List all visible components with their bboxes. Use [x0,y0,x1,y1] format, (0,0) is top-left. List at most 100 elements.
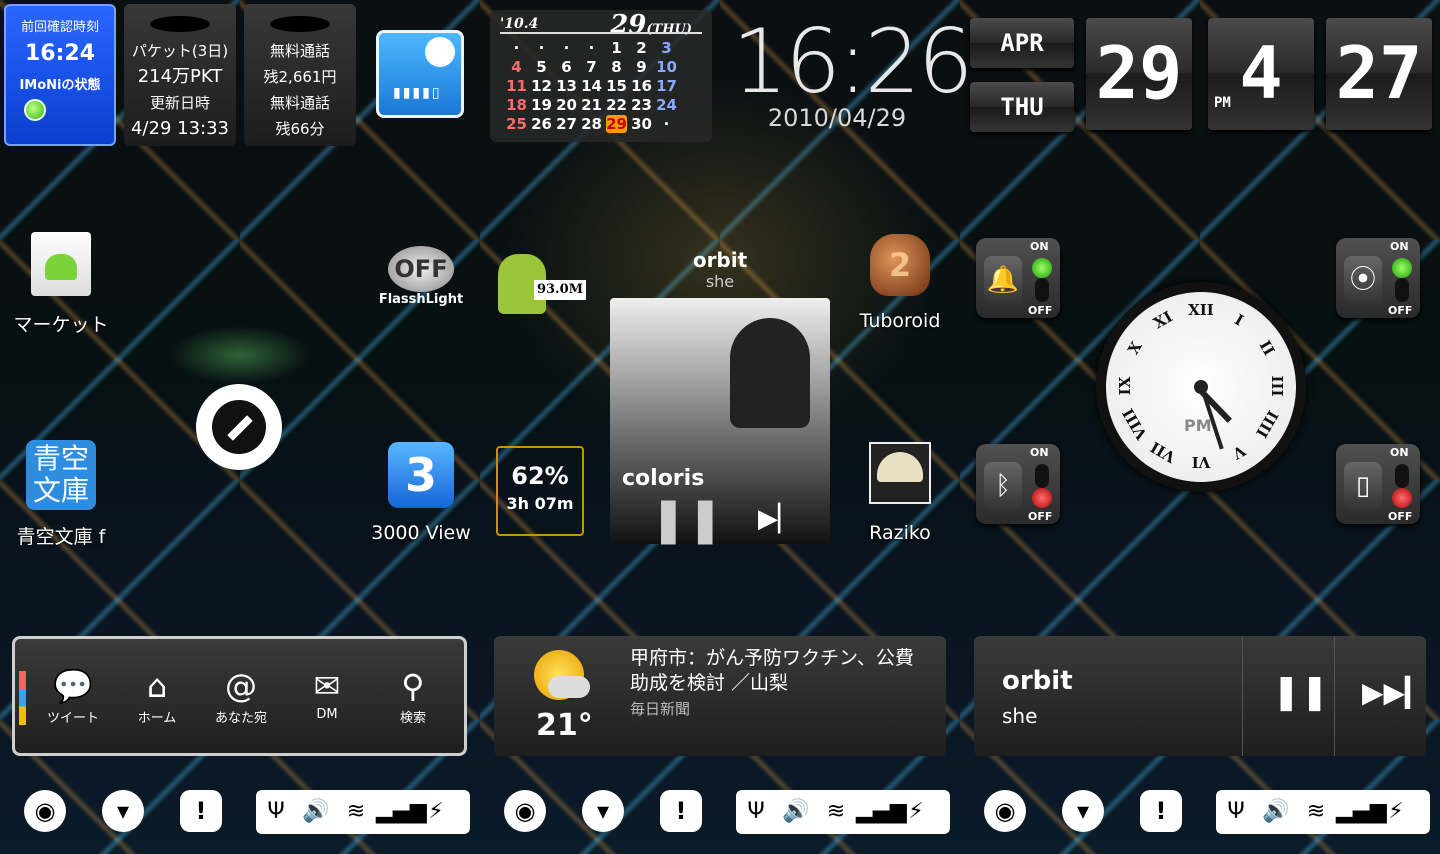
calendar-year: '10.4 [500,16,539,32]
memory-widget[interactable]: 93.0M [490,242,590,322]
raziko-shortcut[interactable]: Raziko [850,442,950,544]
dock-right: ◉ ▾ ! Ψ 🔊 ≋ ▂▄▆⚡ [960,790,1440,840]
calendar-cell: 16 [631,76,652,95]
imoni-widget[interactable]: 前回確認時刻 16:24 IMoNiの状態 [4,4,116,146]
clock-ampm: PM [1184,416,1212,435]
signal-icon: ▂▄▆ [856,799,907,824]
wifi-icon: ≋ [826,799,846,824]
calendar-grid: · · · · 1 2 3 4 5 6 7 8 9 10 11 12 13 14 15 16 17 18 19 20 21 22 2… [504,38,679,133]
flip-month: APR [970,18,1074,68]
dm-button[interactable]: ✉ DM [287,665,367,722]
pause-button[interactable]: ❚❚ [1272,672,1329,712]
notification-icon[interactable]: ! [1140,790,1182,832]
clock-numeral: V [1229,441,1249,463]
twitter-widget[interactable]: 💬 ツイート ⌂ ホーム @ あなた宛 ✉ DM ⚲ 検索 [12,636,467,756]
pause-icon[interactable]: ❚❚ [650,494,724,545]
market-shortcut[interactable]: マーケット [8,232,114,337]
packet-line4: 4/29 13:33 [130,118,229,139]
globe-icon[interactable]: ◉ [24,790,66,832]
news-headline[interactable]: 甲府市：がん予防ワクチン、公費助成を検討 ／山梨 [630,646,930,696]
free-call-line2: 残2,661円 [263,68,337,86]
mentions-button[interactable]: @ あなた宛 [201,665,281,726]
temperature: 21° [536,708,593,743]
calendar-cell: 10 [656,57,677,76]
clock-numeral: II [1255,337,1279,359]
bluetooth-toggle[interactable]: ᛒ ON OFF [976,444,1060,524]
flip-hour-box: PM 4 [1208,18,1314,130]
analog-clock-widget[interactable]: PM XII I II III IIII V VI VII VIII IX X XI [1096,282,1306,492]
packet-line3: 更新日時 [149,94,210,112]
calendar-cell: 8 [611,57,622,76]
next-button[interactable]: ▶▶▎ [1362,676,1427,709]
news-source: 毎日新聞 [630,700,691,718]
free-call-line1: 無料通話 [269,42,330,60]
toggle-on-label: ON [1390,446,1409,459]
led-off [1392,488,1412,508]
coloris-brand: coloris [622,466,705,491]
sound-toggle[interactable]: 🔔 ON OFF [976,238,1060,318]
flip-weekday: THU [970,82,1074,132]
status-bar[interactable]: Ψ 🔊 ≋ ▂▄▆⚡ [736,790,950,834]
calendar-cell: 17 [656,76,677,95]
chevron-down-icon[interactable]: ▾ [102,790,144,832]
notification-icon[interactable]: ! [660,790,702,832]
search-button[interactable]: ⚲ 検索 [373,665,453,726]
tuboroid-pot-icon: 2 [870,234,930,296]
wifi-icon: ≋ [346,799,366,824]
clock-numeral: VIII [1119,405,1152,443]
notification-icon[interactable]: ! [180,790,222,832]
color-stripe [19,671,26,725]
flashlight-label: FlasshLight [378,292,464,307]
orientation-toggle[interactable]: ▯ ON OFF [1336,444,1420,524]
calendar-cell: 28 [581,114,602,133]
tuboroid-shortcut[interactable]: 2 Tuboroid [850,234,950,332]
home-button[interactable]: ⌂ ホーム [117,665,197,726]
calendar-cell: 23 [631,95,652,114]
aozora-label: 青空文庫 f [16,526,106,548]
free-call-line3: 無料通話 [269,94,330,112]
calendar-cell: 24 [656,95,677,114]
status-bar[interactable]: Ψ 🔊 ≋ ▂▄▆⚡ [1216,790,1430,834]
free-call-widget[interactable]: 無料通話 残2,661円 無料通話 残66分 [244,4,356,146]
packet-widget[interactable]: パケット(3日) 214万PKT 更新日時 4/29 13:33 [124,4,236,146]
status-bar[interactable]: Ψ 🔊 ≋ ▂▄▆⚡ [256,790,470,834]
clock-numeral: XII [1188,301,1214,319]
digital-clock-widget[interactable]: 16:26 2010/04/29 [732,14,974,133]
signal-app-icon[interactable]: ▮▮▮▮▯ [376,30,464,118]
music-player-widget[interactable]: orbit she ❚❚ ▶▶▎ [974,636,1427,756]
ring-app-icon[interactable] [196,384,282,470]
battery-widget[interactable]: 62% 3h 07m [496,446,584,536]
aozora-icon: 青空文庫 [26,440,96,510]
next-icon[interactable]: ▶▏ [758,504,798,534]
wifi-toggle[interactable]: ⦿ ON OFF [1336,238,1420,318]
chevron-down-icon[interactable]: ▾ [582,790,624,832]
vu-meter-icon [869,442,931,504]
globe-icon[interactable]: ◉ [504,790,546,832]
calendar-cell: · [538,38,545,57]
number-3-icon: 3 [388,442,454,508]
calendar-cell: 22 [606,95,627,114]
album-art[interactable]: coloris ❚❚ ▶▏ [610,298,830,545]
clock-numeral: XI [1150,307,1176,333]
free-call-line4: 残66分 [275,120,325,138]
calendar-cell: 14 [581,76,602,95]
toggle-on-label: ON [1030,446,1049,459]
aozora-shortcut[interactable]: 青空文庫 青空文庫 f [8,440,114,549]
weather-news-widget[interactable]: 21° 甲府市：がん予防ワクチン、公費助成を検討 ／山梨 毎日新聞 [494,636,946,756]
status-led-icon [24,99,46,121]
flashlight-shortcut[interactable]: OFF FlasshLight [376,246,466,307]
last-check-label: 前回確認時刻 [20,20,99,35]
clock-center [1194,380,1208,394]
view3000-shortcut[interactable]: 3 3000 View [370,442,472,544]
calendar-widget[interactable]: '10.4 29(THU) · · · · 1 2 3 4 5 6 7 8 9 10 11 12 13 14 15 1… [490,10,712,142]
divider [1334,636,1335,756]
tweet-button[interactable]: 💬 ツイート [33,665,113,726]
chevron-down-icon[interactable]: ▾ [1062,790,1104,832]
calendar-cell: 6 [561,57,572,76]
home-icon: ⌂ [146,667,168,705]
track-title: orbit [1002,666,1073,696]
view3000-label: 3000 View [371,522,471,544]
calendar-cell: 1 [611,38,622,57]
calendar-cell: 29 [606,114,627,133]
globe-icon[interactable]: ◉ [984,790,1026,832]
